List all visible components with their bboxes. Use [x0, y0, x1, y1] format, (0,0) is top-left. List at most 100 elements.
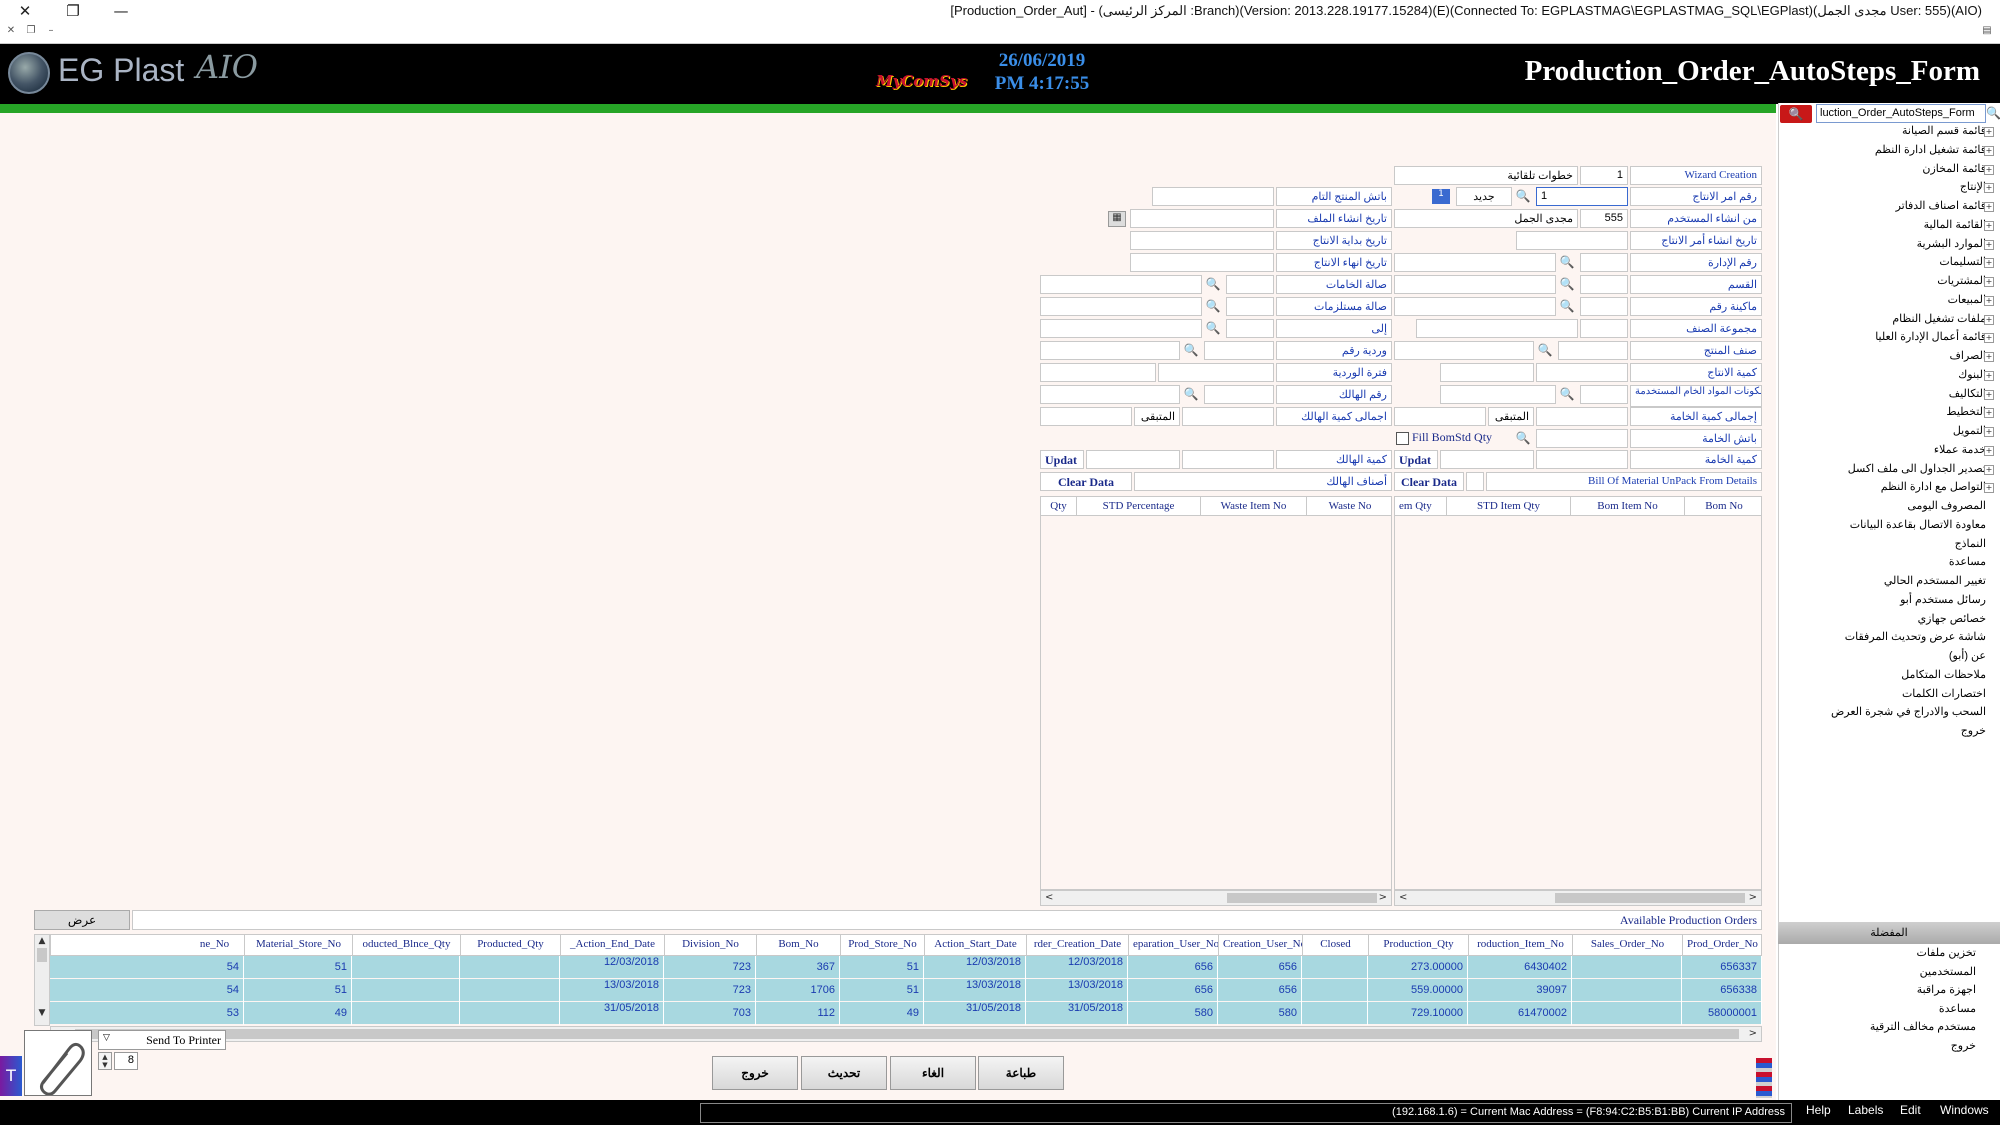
attachment-button[interactable]	[24, 1030, 92, 1096]
updat-right-button[interactable]: Updat	[1394, 450, 1438, 469]
orders-col-header[interactable]: Production_Qty	[1369, 935, 1469, 955]
favorite-item[interactable]: تخزين ملفات	[1916, 946, 1976, 964]
favorite-item[interactable]: خروج	[1951, 1039, 1976, 1057]
end-date-input[interactable]	[1130, 253, 1274, 272]
orders-col-header[interactable]: Sales_Order_No	[1573, 935, 1683, 955]
orders-col-header[interactable]: ne_No	[185, 935, 245, 955]
tree-item[interactable]: خروج	[1961, 724, 1986, 742]
clear-left-button[interactable]: Clear Data	[1040, 472, 1132, 491]
menu-edit[interactable]: Edit	[1900, 1103, 1921, 1117]
close-icon[interactable]: ✕	[2, 0, 48, 22]
tree-item[interactable]: عن (أبو)	[1949, 649, 1986, 667]
machine-search-icon[interactable]: 🔍	[1558, 297, 1576, 316]
tree-expand-icon[interactable]: +	[1984, 464, 1994, 475]
prod-qty-input[interactable]	[1536, 363, 1628, 382]
tree-expand-icon[interactable]: +	[1984, 258, 1994, 269]
orders-col-header[interactable]: Prod_Store_No	[841, 935, 925, 955]
waste-col-2[interactable]: Waste Item No	[1201, 497, 1307, 515]
orders-col-header[interactable]: Bom_No	[757, 935, 841, 955]
shift-input[interactable]	[1204, 341, 1274, 360]
tree-item[interactable]: التسليمات	[1939, 255, 1986, 273]
waste-search-icon[interactable]: 🔍	[1182, 385, 1200, 404]
product-type-input[interactable]	[1558, 341, 1628, 360]
bom-col-1[interactable]: Bom No	[1685, 497, 1761, 515]
tree-item[interactable]: التخطيط	[1946, 405, 1986, 423]
orders-col-header[interactable]: Prod_Order_No	[1683, 935, 1761, 955]
tree-item[interactable]: الإنتاج	[1960, 180, 1986, 198]
favorite-item[interactable]: مساعدة	[1939, 1002, 1976, 1020]
refresh-button[interactable]: تحديث	[801, 1056, 887, 1090]
tree-item[interactable]: ملفات تشغيل النظام	[1892, 312, 1986, 330]
orders-col-header[interactable]: oducted_Blnce_Qty	[353, 935, 461, 955]
orders-col-header[interactable]: Material_Store_No	[245, 935, 353, 955]
mdi-close-icon[interactable]: ✕	[4, 25, 18, 39]
waste-no-input[interactable]	[1204, 385, 1274, 404]
tree-expand-icon[interactable]: +	[1984, 277, 1994, 287]
restore-icon[interactable]: ❐	[50, 0, 96, 22]
tree-item[interactable]: الصراف	[1950, 349, 1986, 367]
tree-item[interactable]: شاشة عرض وتحديث المرفقات	[1845, 630, 1986, 648]
exit-button[interactable]: خروج	[712, 1056, 798, 1090]
tree-expand-icon[interactable]: +	[1984, 483, 1994, 494]
waste-qty-input[interactable]	[1182, 450, 1274, 469]
tree-item[interactable]: رسائل مستخدم أبو	[1900, 593, 1986, 611]
tree-expand-icon[interactable]: +	[1984, 239, 1994, 250]
tree-item[interactable]: قائمة المخازن	[1922, 162, 1986, 180]
copies-spinner[interactable]: ▲ ▼	[98, 1052, 112, 1070]
orders-row[interactable]: 656338 39097 559.00000 656 656 13/03/2018 13/0…	[50, 979, 1762, 1002]
tree-item[interactable]: اختصارات الكلمات	[1902, 687, 1986, 705]
tree-item[interactable]: التواصل مع ادارة النظم	[1881, 480, 1986, 498]
orders-row[interactable]: 58000001 61470002 729.10000 580 580 31/05/201…	[50, 1002, 1762, 1025]
tree-item[interactable]: معاودة الاتصال بقاعدة البيانات	[1850, 518, 1986, 536]
shift-period-input[interactable]	[1158, 363, 1274, 382]
tree-expand-icon[interactable]: +	[1984, 314, 1994, 325]
fill-bom-checkbox[interactable]	[1396, 432, 1409, 445]
tree-item[interactable]: مساعدة	[1949, 555, 1986, 573]
orders-col-header[interactable]: eparation_User_No	[1129, 935, 1219, 955]
dept-search-icon[interactable]: 🔍	[1558, 275, 1576, 294]
req-hall-input[interactable]	[1226, 297, 1274, 316]
orders-hscroll[interactable]: >	[50, 1026, 1762, 1042]
product-type-search-icon[interactable]: 🔍	[1536, 341, 1554, 360]
tree-item[interactable]: القائمة المالية	[1924, 218, 1986, 236]
tree-item[interactable]: قائمة اصناف الدفاتر	[1896, 199, 1986, 217]
favorite-item[interactable]: اجهزة مراقبة	[1917, 983, 1976, 1001]
tree-item[interactable]: قائمة تشغيل ادارة النظم	[1875, 143, 1986, 161]
orders-col-header[interactable]: _Action_End_Date	[561, 935, 665, 955]
tree-item[interactable]: التكاليف	[1949, 387, 1986, 405]
tree-expand-icon[interactable]: +	[1984, 408, 1994, 419]
mdi-minimize-icon[interactable]: –	[44, 25, 58, 39]
tree-expand-icon[interactable]: +	[1984, 127, 1994, 137]
product-batch-input[interactable]	[1152, 187, 1274, 206]
tree-item[interactable]: قائمة أعمال الإدارة العليا	[1875, 330, 1986, 348]
tree-expand-icon[interactable]: +	[1984, 202, 1994, 212]
taskbar-app-icon[interactable]: T	[0, 1056, 22, 1096]
req-hall-search-icon[interactable]: 🔍	[1204, 297, 1222, 316]
dept-input[interactable]	[1580, 275, 1628, 294]
orders-col-header[interactable]: Action_Start_Date	[925, 935, 1027, 955]
cancel-button[interactable]: الغاء	[890, 1056, 976, 1090]
favorite-item[interactable]: المستخدمين	[1920, 965, 1976, 983]
tree-expand-icon[interactable]: +	[1984, 445, 1994, 456]
bom-table-scrollbar[interactable]: < >	[1394, 890, 1762, 906]
tree-expand-icon[interactable]: +	[1984, 389, 1994, 400]
orders-col-header[interactable]: Producted_Qty	[461, 935, 561, 955]
raw-batch-input[interactable]	[1536, 429, 1628, 448]
tree-search-button[interactable]: 🔍	[1780, 105, 1812, 123]
mdi-menu-icon[interactable]: ▤	[1980, 25, 1994, 39]
menu-labels[interactable]: Labels	[1848, 1103, 1883, 1117]
start-date-input[interactable]	[1130, 231, 1274, 250]
machine-input[interactable]	[1580, 297, 1628, 316]
search-icon[interactable]: 🔍	[1986, 106, 2000, 122]
raw-components-input[interactable]	[1580, 385, 1628, 404]
tree-search-input[interactable]: luction_Order_AutoSteps_Form	[1816, 104, 1986, 123]
new-order-button[interactable]: جديد	[1456, 187, 1512, 206]
bom-table-body[interactable]	[1394, 516, 1762, 890]
orders-col-header[interactable]: roduction_Item_No	[1469, 935, 1573, 955]
orders-col-header[interactable]: Division_No	[665, 935, 757, 955]
tree-expand-icon[interactable]: +	[1984, 183, 1994, 194]
tree-item[interactable]: التمويل	[1953, 424, 1986, 442]
orders-col-header[interactable]: Closed	[1303, 935, 1369, 955]
order-search-icon[interactable]: 🔍	[1514, 187, 1532, 206]
tree-item[interactable]: النماذج	[1955, 537, 1986, 555]
